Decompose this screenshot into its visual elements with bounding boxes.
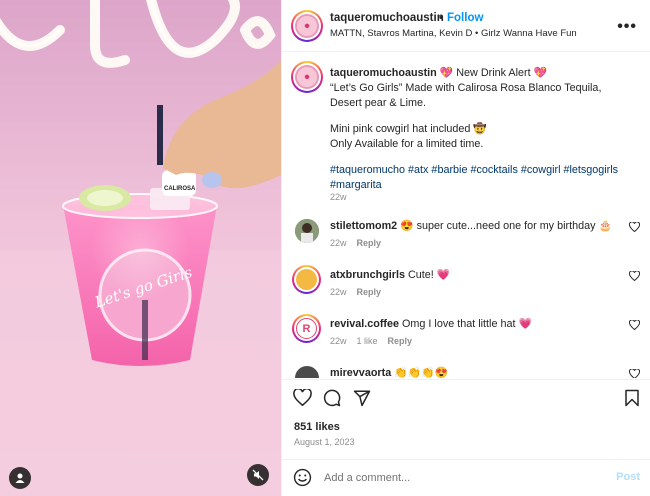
post-comment-button[interactable]: Post (616, 471, 640, 483)
more-options-icon[interactable]: ••• (617, 18, 637, 36)
share-send-icon[interactable] (353, 389, 371, 407)
comment-username[interactable]: revival.coffee (330, 318, 399, 330)
comment-body: 👏👏👏😍 (394, 367, 448, 378)
comment-meta: 22w Reply (330, 238, 391, 248)
comment-time[interactable]: 22w (330, 336, 347, 346)
comment-username[interactable]: mirevvaorta (330, 367, 391, 378)
likes-count[interactable]: 851 likes (294, 421, 340, 433)
comment-likes[interactable]: 1 like (357, 336, 378, 346)
comment-body: 😍 super cute...need one for my birthday … (400, 220, 612, 232)
comment-bubble-icon[interactable] (323, 389, 341, 407)
comment-item: atxbrunchgirls Cute! 💗 22w Reply (282, 265, 650, 316)
reply-button[interactable]: Reply (357, 238, 382, 248)
account-avatar[interactable]: ✺ (291, 10, 323, 42)
tagged-users-button[interactable] (9, 467, 31, 489)
commenter-avatar[interactable] (295, 366, 319, 378)
comment-item: stilettomom2 😍 super cute...need one for… (282, 219, 650, 267)
comment-text: mirevvaorta 👏👏👏😍 (330, 366, 448, 378)
audio-credits[interactable]: MATTN, Stavros Martina, Kevin D • Girlz … (330, 28, 577, 39)
comment-time[interactable]: 22w (330, 238, 347, 248)
comment-username[interactable]: atxbrunchgirls (330, 269, 405, 281)
account-username[interactable]: taqueromuchoaustin (330, 12, 444, 24)
reply-button[interactable]: Reply (357, 287, 382, 297)
comment-input[interactable] (324, 469, 594, 487)
caption-timestamp[interactable]: 22w (330, 192, 347, 202)
comment-text: stilettomom2 😍 super cute...need one for… (330, 219, 612, 232)
caption-line: Only Available for a limited time. (330, 138, 484, 150)
caption-line: “Let’s Go Girls” Made with Calirosa Rosa… (330, 82, 602, 94)
comment-body: Cute! 💗 (408, 269, 451, 281)
hat-brand-text: CALIROSA (164, 186, 196, 192)
comment-body: Omg I love that little hat 💗 (402, 318, 532, 330)
comment-item: R revival.coffee Omg I love that little … (282, 314, 650, 365)
caption-username[interactable]: taqueromuchoaustin (330, 67, 437, 79)
follow-button[interactable]: Follow (447, 12, 483, 24)
revival-logo-icon: R (296, 318, 317, 339)
account-logo-icon: ✺ (304, 23, 310, 30)
commenter-avatar[interactable]: R (292, 314, 321, 343)
post-panel: ✺ taqueromuchoaustin • Follow MATTN, Sta… (281, 0, 650, 496)
post-date[interactable]: August 1, 2023 (294, 437, 355, 447)
commenter-avatar[interactable] (295, 219, 319, 243)
heart-icon[interactable] (629, 271, 640, 281)
emoji-icon[interactable] (293, 468, 312, 487)
account-logo-icon: ✺ (304, 74, 310, 81)
caption-hashtags[interactable]: #taqueromucho #atx #barbie #cocktails #c… (330, 163, 630, 178)
post-actions: 851 likes August 1, 2023 (282, 379, 650, 459)
post-header: ✺ taqueromuchoaustin • Follow MATTN, Sta… (282, 0, 650, 52)
commenter-avatar[interactable] (292, 265, 321, 294)
user-icon (15, 473, 25, 483)
reply-button[interactable]: Reply (388, 336, 413, 346)
heart-icon[interactable] (629, 320, 640, 330)
post-caption: taqueromuchoaustin 💖 New Drink Alert 💖 “… (330, 66, 630, 193)
caption-line: 💖 New Drink Alert 💖 (439, 67, 548, 79)
separator-dot: • (439, 12, 443, 24)
heart-icon[interactable] (629, 222, 640, 232)
comment-time[interactable]: 22w (330, 287, 347, 297)
caption-line: Desert pear & Lime. (330, 97, 427, 109)
caption-hashtags[interactable]: #margarita (330, 178, 630, 193)
comment-username[interactable]: stilettomom2 (330, 220, 397, 232)
post-media[interactable]: CALIROSA Let's go Girls (0, 0, 281, 496)
mute-button[interactable] (247, 464, 269, 486)
add-comment-bar: Post (282, 459, 650, 496)
comment-item: mirevvaorta 👏👏👏😍 (282, 366, 650, 378)
brunch-logo-icon (296, 269, 317, 290)
comments-scroll[interactable]: ✺ taqueromuchoaustin 💖 New Drink Alert 💖… (282, 53, 650, 378)
comment-meta: 22w Reply (330, 287, 391, 297)
heart-icon[interactable] (629, 369, 640, 378)
caption-avatar[interactable]: ✺ (291, 61, 323, 93)
bookmark-icon[interactable] (624, 389, 640, 407)
like-heart-icon[interactable] (293, 389, 312, 406)
profile-photo (295, 219, 319, 243)
muted-speaker-icon (252, 469, 264, 481)
comment-meta: 22w 1 like Reply (330, 336, 422, 346)
caption-line: Mini pink cowgirl hat included 🤠 (330, 123, 487, 135)
comment-text: atxbrunchgirls Cute! 💗 (330, 268, 450, 281)
drink-photo: CALIROSA Let's go Girls (0, 0, 281, 496)
comment-text: revival.coffee Omg I love that little ha… (330, 317, 532, 330)
